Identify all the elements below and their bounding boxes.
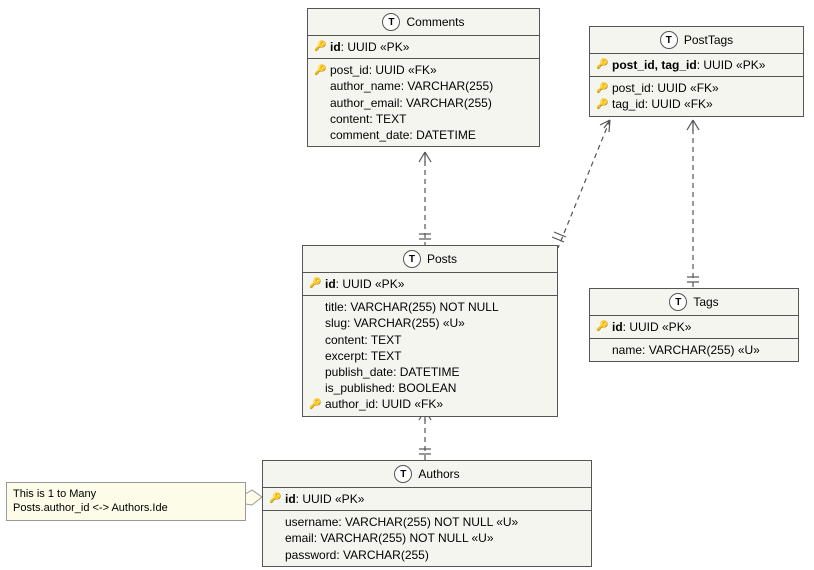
pk-section: 🔑 post_id, tag_id: UUID «PK» [590, 54, 803, 77]
table-type-icon: T [382, 13, 400, 31]
pk-key-icon: 🔑 [269, 492, 281, 506]
column-row: username: VARCHAR(255) NOT NULL «U» [269, 514, 583, 530]
entity-header: T Posts [303, 246, 557, 273]
column-row: 🔑author_id: UUID «FK» [309, 396, 549, 412]
entity-authors: T Authors 🔑 id: UUID «PK» username: VARC… [262, 460, 592, 567]
column-row: is_published: BOOLEAN [309, 380, 549, 396]
pk-section: 🔑 id: UUID «PK» [590, 316, 798, 339]
relationship-note: This is 1 to Many Posts.author_id <-> Au… [6, 482, 246, 521]
entity-comments: T Comments 🔑 id: UUID «PK» 🔑post_id: UUI… [307, 8, 540, 147]
table-type-icon: T [403, 250, 421, 268]
column-row: 🔑 post_id, tag_id: UUID «PK» [596, 57, 795, 73]
entity-title: Comments [406, 15, 464, 29]
table-type-icon: T [660, 31, 678, 49]
table-type-icon: T [394, 465, 412, 483]
entity-posts: T Posts 🔑 id: UUID «PK» title: VARCHAR(2… [302, 245, 558, 417]
note-line: This is 1 to Many [13, 488, 96, 500]
pk-key-icon: 🔑 [309, 277, 321, 291]
pk-key-icon: 🔑 [314, 40, 326, 54]
column-row: excerpt: TEXT [309, 348, 549, 364]
pk-section: 🔑 id: UUID «PK» [308, 36, 539, 59]
entity-header: T PostTags [590, 27, 803, 54]
column-row: 🔑post_id: UUID «FK» [596, 80, 795, 96]
entity-posttags: T PostTags 🔑 post_id, tag_id: UUID «PK» … [589, 26, 804, 117]
column-row: slug: VARCHAR(255) «U» [309, 315, 549, 331]
entity-header: T Comments [308, 9, 539, 36]
entity-tags: T Tags 🔑 id: UUID «PK» name: VARCHAR(255… [589, 288, 799, 362]
fk-key-icon: 🔑 [309, 398, 321, 412]
column-row: author_email: VARCHAR(255) [314, 95, 531, 111]
columns-section: name: VARCHAR(255) «U» [590, 339, 798, 361]
column-row: 🔑post_id: UUID «FK» [314, 62, 531, 78]
entity-header: T Authors [263, 461, 591, 488]
note-line: Posts.author_id <-> Authors.Ide [13, 502, 168, 514]
pk-key-icon: 🔑 [596, 58, 608, 72]
column-row: author_name: VARCHAR(255) [314, 78, 531, 94]
columns-section: 🔑post_id: UUID «FK» author_name: VARCHAR… [308, 59, 539, 146]
columns-section: username: VARCHAR(255) NOT NULL «U» emai… [263, 511, 591, 566]
entity-header: T Tags [590, 289, 798, 316]
columns-section: 🔑post_id: UUID «FK» 🔑tag_id: UUID «FK» [590, 77, 803, 115]
entity-title: Posts [427, 252, 457, 266]
entity-title: PostTags [684, 33, 733, 47]
column-row: email: VARCHAR(255) NOT NULL «U» [269, 530, 583, 546]
entity-title: Authors [418, 467, 459, 481]
pk-section: 🔑 id: UUID «PK» [303, 273, 557, 296]
column-row: title: VARCHAR(255) NOT NULL [309, 299, 549, 315]
fk-key-icon: 🔑 [596, 98, 608, 112]
column-row: password: VARCHAR(255) [269, 547, 583, 563]
pk-section: 🔑 id: UUID «PK» [263, 488, 591, 511]
column-row: comment_date: DATETIME [314, 127, 531, 143]
fk-key-icon: 🔑 [314, 64, 326, 78]
entity-title: Tags [693, 295, 718, 309]
column-row: name: VARCHAR(255) «U» [596, 342, 790, 358]
columns-section: title: VARCHAR(255) NOT NULL slug: VARCH… [303, 296, 557, 415]
table-type-icon: T [669, 293, 687, 311]
column-row: 🔑 id: UUID «PK» [314, 39, 531, 55]
pk-key-icon: 🔑 [596, 320, 608, 334]
column-row: publish_date: DATETIME [309, 364, 549, 380]
column-row: content: TEXT [314, 111, 531, 127]
column-row: content: TEXT [309, 332, 549, 348]
column-row: 🔑 id: UUID «PK» [269, 491, 583, 507]
column-row: 🔑tag_id: UUID «FK» [596, 96, 795, 112]
column-row: 🔑 id: UUID «PK» [596, 319, 790, 335]
column-row: 🔑 id: UUID «PK» [309, 276, 549, 292]
fk-key-icon: 🔑 [596, 82, 608, 96]
